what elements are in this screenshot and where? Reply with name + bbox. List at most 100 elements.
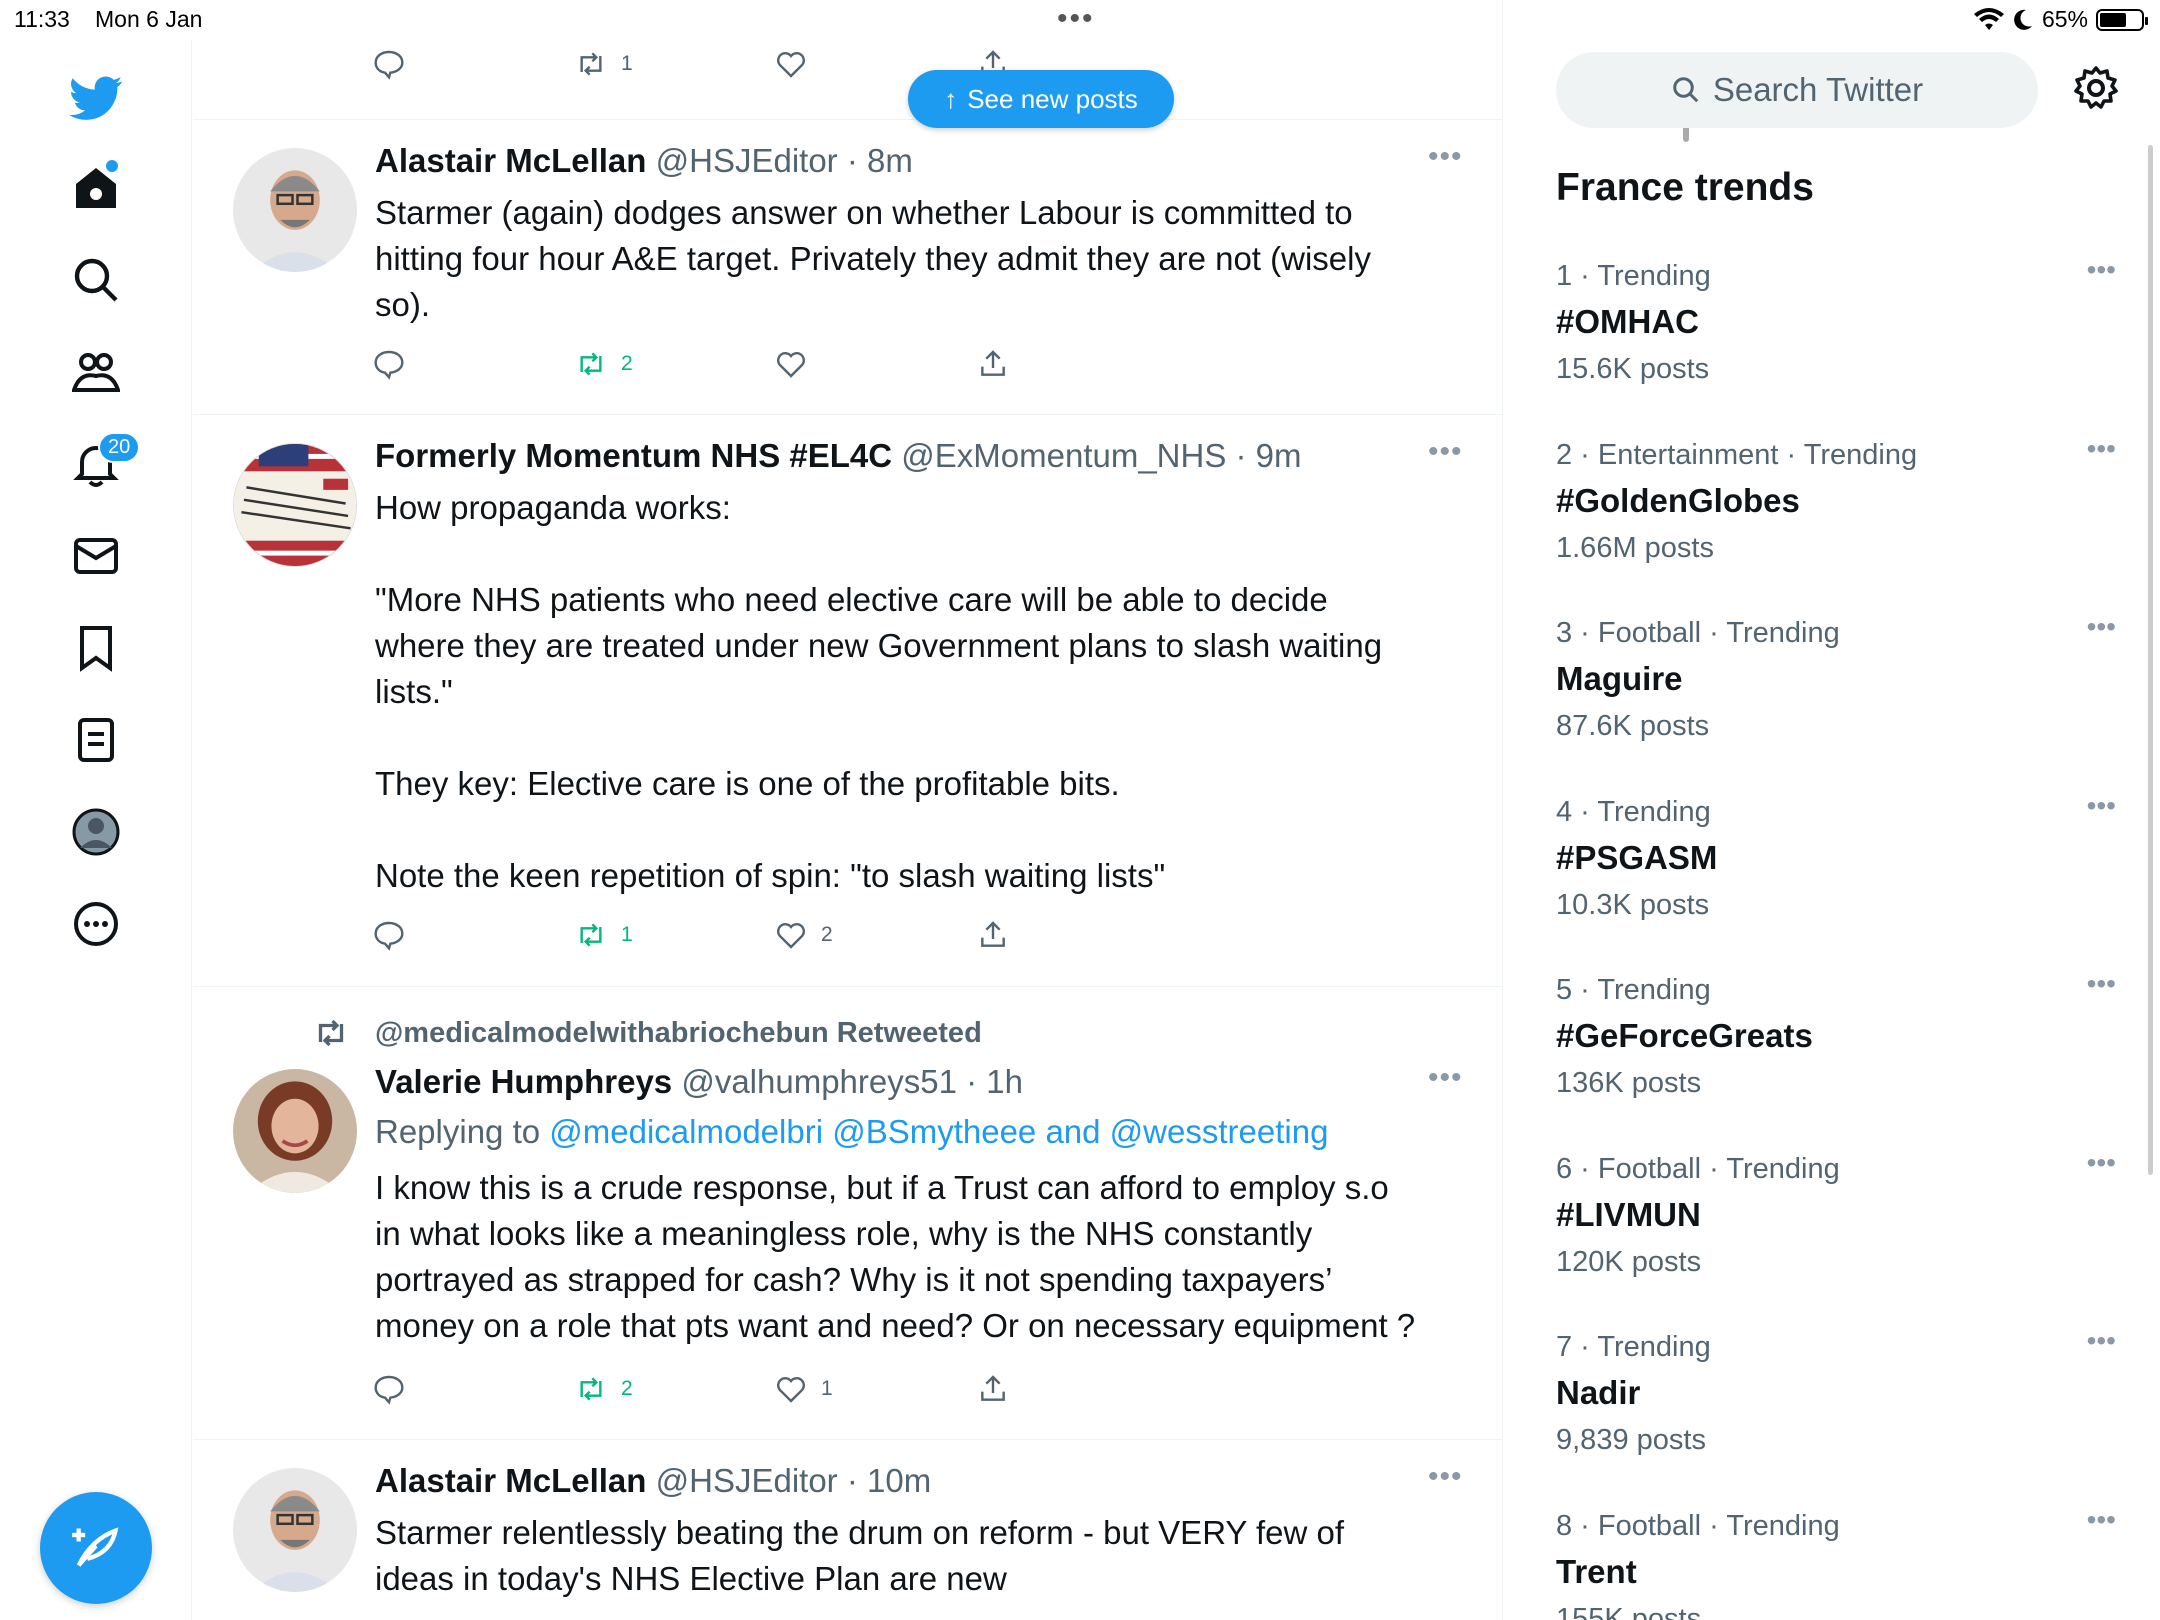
like-button[interactable] <box>775 48 807 80</box>
trend-item[interactable]: 4 · Trending #PSGASM 10.3K posts ••• <box>1556 790 2116 956</box>
status-right: 65% <box>1973 6 2148 33</box>
share-button[interactable] <box>977 348 1009 380</box>
trend-meta: 2 · Entertainment · Trending <box>1556 438 1918 471</box>
search-input[interactable]: Search Twitter <box>1556 52 2038 128</box>
share-button[interactable] <box>977 1373 1009 1405</box>
trend-name: #OMHAC <box>1556 303 1700 340</box>
more-icon[interactable] <box>58 886 134 962</box>
trend-item[interactable]: 1 · Trending #OMHAC 15.6K posts ••• <box>1556 254 2116 420</box>
share-button[interactable] <box>977 919 1009 951</box>
trend-meta: 5 · Trending <box>1556 974 1711 1006</box>
author-handle[interactable]: @valhumphreys51 · 1h <box>681 1063 1023 1100</box>
author-handle[interactable]: @HSJEditor · 8m <box>656 142 913 179</box>
heart-icon <box>777 1377 805 1403</box>
retweet-indicator-icon <box>313 1015 349 1056</box>
avatar[interactable] <box>233 1069 357 1193</box>
reply-button[interactable] <box>373 48 405 80</box>
trend-more-icon[interactable]: ••• <box>2087 254 2116 286</box>
reply-icon <box>374 1375 404 1405</box>
retweet-button[interactable]: 1 <box>575 919 633 951</box>
retweeted-by-label[interactable]: @medicalmodelwithabriochebun Retweeted <box>375 1017 982 1050</box>
status-date: Mon 6 Jan <box>95 6 203 32</box>
trend-item[interactable]: 2 · Entertainment · Trending #GoldenGlobe… <box>1556 433 2116 599</box>
retweet-button[interactable]: 2 <box>575 1373 633 1405</box>
like-button[interactable] <box>775 348 807 380</box>
sidebar-scrollbar[interactable] <box>2148 145 2153 1175</box>
trend-more-icon[interactable]: ••• <box>2087 1504 2116 1536</box>
retweet-button[interactable]: 1 <box>575 48 633 80</box>
like-button[interactable]: 1 <box>775 1373 833 1405</box>
trend-item[interactable]: 7 · Trending Nadir 9,839 posts ••• <box>1556 1325 2116 1491</box>
tweet-more-icon[interactable]: ••• <box>1428 140 1463 174</box>
trend-more-icon[interactable]: ••• <box>2087 968 2116 1000</box>
messages-icon[interactable] <box>58 518 134 594</box>
reply-icon <box>374 350 404 380</box>
compose-tweet-button[interactable] <box>40 1492 152 1604</box>
tweet[interactable]: Alastair McLellan @HSJEditor · 8m ••• St… <box>193 120 1503 415</box>
avatar[interactable] <box>233 443 357 567</box>
tweet[interactable]: Alastair McLellan @HSJEditor · 10m ••• S… <box>193 1440 1503 1620</box>
home-unread-dot <box>106 160 118 172</box>
trends-title: France trends <box>1556 166 1814 209</box>
author-name[interactable]: Alastair McLellan <box>375 1462 646 1499</box>
avatar[interactable] <box>233 1468 357 1592</box>
reply-button[interactable] <box>373 348 405 380</box>
battery-icon <box>2096 8 2148 31</box>
settings-gear-icon[interactable] <box>2072 64 2120 112</box>
author-name[interactable]: Valerie Humphreys <box>375 1063 672 1100</box>
search-placeholder: Search Twitter <box>1712 71 1924 108</box>
reply-button[interactable] <box>373 919 405 951</box>
author-handle[interactable]: @ExMomentum_NHS · 9m <box>901 437 1301 474</box>
reply-button[interactable] <box>373 1373 405 1405</box>
arrow-up-icon: ↑ <box>944 83 958 114</box>
retweet-count: 1 <box>621 923 633 946</box>
communities-icon[interactable] <box>58 334 134 410</box>
trend-more-icon[interactable]: ••• <box>2087 790 2116 822</box>
tweet-more-icon[interactable]: ••• <box>1428 1460 1463 1494</box>
like-button[interactable]: 2 <box>775 919 833 951</box>
notifications-badge: 20 <box>98 432 141 463</box>
lists-icon[interactable] <box>58 702 134 778</box>
trend-item[interactable]: 8 · Football · Trending Trent 155K posts ••… <box>1556 1504 2116 1620</box>
status-time: 11:33 <box>14 6 70 32</box>
trend-more-icon[interactable]: ••• <box>2087 1325 2116 1357</box>
bookmarks-icon[interactable] <box>58 610 134 686</box>
tweet[interactable]: Formerly Momentum NHS #EL4C @ExMomentum_… <box>193 415 1503 987</box>
author-handle[interactable]: @HSJEditor · 10m <box>656 1462 932 1499</box>
timeline[interactable]: 1 ↑ See new posts Alastair McLellan @HSJ… <box>193 0 1689 1620</box>
tweet-text: Starmer (again) dodges answer on whether… <box>375 194 1371 323</box>
trend-meta: 1 · Trending <box>1556 260 1711 292</box>
tweet-more-icon[interactable]: ••• <box>1428 435 1463 469</box>
avatar[interactable] <box>233 148 357 272</box>
trend-meta: 3 · Football · Trending <box>1556 617 1840 649</box>
retweet-count: 1 <box>621 52 633 75</box>
replying-to-links[interactable]: @medicalmodelbri @BSmytheee and @wesstre… <box>549 1113 1328 1150</box>
tweet-more-icon[interactable]: ••• <box>1428 1061 1463 1095</box>
trend-meta: 8 · Football · Trending <box>1556 1509 1840 1542</box>
trend-item[interactable]: 5 · Trending #GeForceGreats 136K posts ••• <box>1556 968 2116 1134</box>
retweet-icon <box>580 923 602 947</box>
notifications-icon[interactable]: 20 <box>58 426 141 502</box>
tweet-text: How propaganda works: "More NHS patients… <box>375 489 1383 894</box>
share-icon <box>981 1375 1005 1401</box>
trend-name: #PSGASM <box>1556 838 1718 876</box>
profile-avatar-icon[interactable] <box>58 794 134 870</box>
trend-more-icon[interactable]: ••• <box>2087 611 2116 643</box>
share-icon <box>981 921 1005 947</box>
trend-item[interactable]: 6 · Football · Trending #LIVMUN 120K posts… <box>1556 1147 2116 1313</box>
twitter-logo-icon[interactable] <box>58 60 134 136</box>
see-new-posts-button[interactable]: ↑ See new posts <box>908 70 1174 128</box>
search-icon <box>1673 77 1699 103</box>
author-name[interactable]: Formerly Momentum NHS #EL4C <box>375 437 892 474</box>
trend-meta: 6 · Football · Trending <box>1556 1152 1840 1185</box>
retweet-button[interactable]: 2 <box>575 348 633 380</box>
trend-more-icon[interactable]: ••• <box>2087 1147 2116 1179</box>
tweet-text: I know this is a crude response, but if … <box>375 1169 1416 1344</box>
trend-item[interactable]: 3 · Football · Trending Maguire 87.6K post… <box>1556 611 2116 777</box>
author-name[interactable]: Alastair McLellan <box>375 142 646 179</box>
trend-more-icon[interactable]: ••• <box>2087 433 2116 465</box>
tweet-partial[interactable]: 1 <box>193 0 1503 120</box>
tweet-retweeted[interactable]: @medicalmodelwithabriochebun Retweeted V… <box>193 987 1503 1440</box>
search-icon[interactable] <box>58 242 134 318</box>
home-icon[interactable] <box>58 150 134 226</box>
